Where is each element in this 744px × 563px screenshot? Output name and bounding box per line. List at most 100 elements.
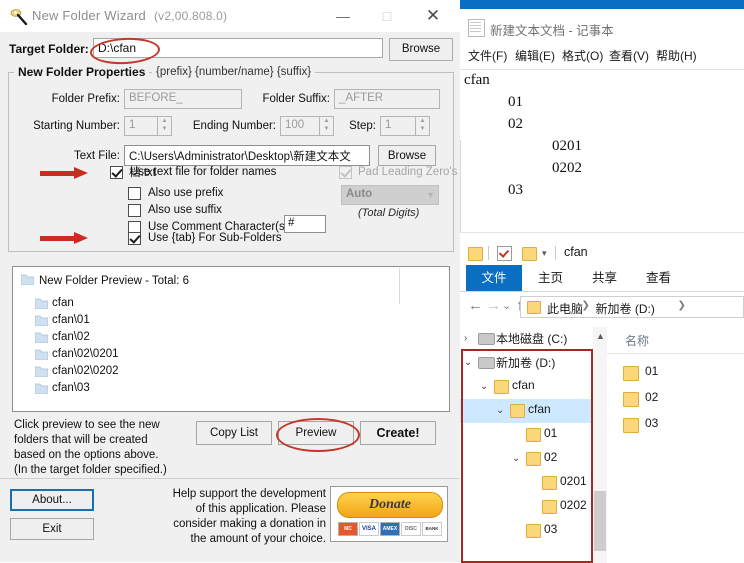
column-header-name[interactable]: 名称 [625, 332, 649, 349]
starting-number-label: Starting Number: [33, 120, 120, 132]
preview-row-label: cfan\02\0201 [52, 348, 119, 360]
preview-row-label: cfan\01 [52, 314, 90, 326]
comment-characters-input[interactable]: # [284, 215, 326, 233]
folder-icon [35, 332, 48, 343]
folder-icon [35, 315, 48, 326]
folder-icon [542, 476, 557, 490]
use-text-file-label: Use text file for folder names [130, 166, 277, 178]
also-use-suffix-checkbox[interactable] [128, 204, 141, 217]
properties-check-icon[interactable] [497, 246, 512, 261]
step-stepper[interactable]: ▲ ▼ [415, 116, 430, 136]
folder-preview-list[interactable]: New Folder Preview - Total: 6 cfan cfan\0… [12, 266, 450, 412]
folder-prefix-input[interactable]: BEFORE_ [124, 89, 242, 109]
new-folder-wizard-window: New Folder Wizard (v2,00.808.0) — □ ✕ Tar… [0, 0, 460, 562]
magic-wand-icon [10, 9, 28, 26]
donate-button[interactable]: Donate [337, 492, 443, 518]
tree-item-C[interactable]: › 本地磁盘 (C:) [460, 327, 593, 351]
tree-item-label: 本地磁盘 (C:) [496, 332, 568, 346]
folder-icon [623, 392, 639, 407]
target-folder-input[interactable]: D:\cfan [93, 38, 383, 58]
text-file-browse-button[interactable]: Browse [378, 145, 436, 166]
notepad-menu-item[interactable]: 编辑(E) [515, 47, 555, 64]
text-file-input[interactable]: C:\Users\Administrator\Desktop\新建文本文档.tx… [124, 145, 370, 179]
notepad-menu-item[interactable]: 文件(F) [468, 47, 507, 64]
tree-twisty-icon[interactable]: ⌄ [496, 405, 504, 416]
tree-item-label: 0202 [560, 498, 587, 512]
tree-twisty-icon[interactable]: › [464, 333, 467, 344]
folder-icon [526, 452, 541, 466]
ribbon-tab[interactable]: 主页 [538, 265, 563, 291]
also-use-prefix-checkbox[interactable] [128, 187, 141, 200]
explorer-content-split: › 本地磁盘 (C:) ⌄ 新加卷 (D:) ⌄ cfan ⌄ cfan 01 ⌄ 02 0201 02… [460, 327, 744, 563]
tree-item-0201[interactable]: 0201 [460, 471, 593, 495]
back-button[interactable]: ← [468, 297, 483, 314]
also-use-suffix-label: Also use suffix [148, 204, 222, 216]
preview-hint-line: Click preview to see the new [14, 419, 160, 431]
ribbon-tab-file[interactable]: 文件 [466, 265, 522, 291]
copy-list-button[interactable]: Copy List [196, 421, 272, 445]
ribbon-tab[interactable]: 查看 [646, 265, 671, 291]
breadcrumb-separator-icon[interactable]: ❯ [678, 300, 686, 311]
folder-icon [494, 380, 509, 394]
toolbar-divider [488, 246, 489, 260]
footer-divider [0, 478, 460, 479]
tree-item-03[interactable]: 03 [460, 519, 593, 543]
breadcrumb-separator-icon[interactable]: ❯ [582, 300, 590, 311]
tree-item-D[interactable]: ⌄ 新加卷 (D:) [460, 351, 593, 375]
maximize-button[interactable]: □ [372, 5, 402, 27]
tree-item-0202[interactable]: 0202 [460, 495, 593, 519]
notepad-text-area[interactable]: cfan 01 02 0201 0202 03 [460, 70, 744, 270]
ribbon-tab[interactable]: 共享 [592, 265, 617, 291]
tree-item-01[interactable]: 01 [460, 423, 593, 447]
address-bar[interactable]: 此电脑 ❯ 新加卷 (D:) ❯ [520, 296, 744, 318]
close-button[interactable]: ✕ [418, 5, 448, 27]
preview-button[interactable]: Preview [278, 421, 354, 445]
tree-vertical-scrollbar[interactable]: ▲ [593, 327, 607, 563]
notepad-menu-item[interactable]: 查看(V) [609, 47, 649, 64]
tree-twisty-icon[interactable]: ⌄ [512, 453, 520, 464]
explorer-ribbon-tabs: 文件 主页 共享 查看 [460, 265, 744, 291]
exit-button[interactable]: Exit [10, 518, 94, 540]
use-tab-subfolders-checkbox[interactable] [128, 232, 141, 245]
file-list-item-label: 03 [645, 416, 659, 430]
breadcrumb-item[interactable]: 新加卷 (D:) [596, 300, 655, 317]
starting-number-stepper[interactable]: ▲ ▼ [157, 116, 172, 136]
folder-suffix-label: Folder Suffix: [262, 93, 330, 105]
tree-twisty-icon[interactable]: ⌄ [480, 381, 488, 392]
drive-icon [478, 333, 495, 345]
folder-suffix-input[interactable]: _AFTER [334, 89, 440, 109]
tree-twisty-icon[interactable]: ⌄ [464, 357, 472, 368]
tree-item-cfan[interactable]: ⌄ cfan [460, 399, 593, 423]
also-use-prefix-label: Also use prefix [148, 187, 224, 199]
preview-hint-line: based on the options above. [14, 449, 159, 461]
target-browse-button[interactable]: Browse [389, 38, 453, 61]
chevron-down-icon[interactable]: ▾ [542, 248, 547, 259]
explorer-navigation-tree[interactable]: › 本地磁盘 (C:) ⌄ 新加卷 (D:) ⌄ cfan ⌄ cfan 01 ⌄ 02 0201 02… [460, 327, 593, 563]
preview-hint-line: folders that will be created [14, 434, 148, 446]
create-button[interactable]: Create! [360, 421, 436, 445]
tree-item-02[interactable]: ⌄ 02 [460, 447, 593, 471]
minimize-button[interactable]: — [328, 5, 358, 27]
notepad-line: 0201 [552, 138, 582, 154]
folder-icon [526, 428, 541, 442]
recent-locations-button[interactable]: ⌄ [502, 299, 511, 312]
folder-icon[interactable] [468, 247, 483, 261]
notepad-menu-item[interactable]: 格式(O) [562, 47, 603, 64]
donate-description-line: Help support the development [172, 488, 326, 500]
use-text-file-checkbox[interactable] [110, 166, 123, 179]
new-folder-icon[interactable] [522, 247, 537, 261]
preview-row-label: cfan\03 [52, 382, 90, 394]
properties-pattern-hint: {prefix} {number/name} {suffix} [152, 66, 316, 78]
breadcrumb-item[interactable]: 此电脑 [547, 300, 583, 317]
total-digits-combo[interactable]: Auto ▾ [341, 185, 439, 205]
arrow-annotation-use-text-file [40, 167, 90, 179]
scrollbar-thumb[interactable] [594, 491, 606, 551]
ending-number-stepper[interactable]: ▲ ▼ [319, 116, 334, 136]
tree-item-cfan[interactable]: ⌄ cfan [460, 375, 593, 399]
forward-button[interactable]: → [486, 297, 501, 314]
about-button[interactable]: About... [10, 489, 94, 511]
folder-icon [35, 298, 48, 309]
scroll-up-icon[interactable]: ▲ [596, 331, 605, 341]
explorer-file-list[interactable]: 名称 01 02 03 [607, 327, 744, 563]
notepad-menu-item[interactable]: 帮助(H) [656, 47, 697, 64]
